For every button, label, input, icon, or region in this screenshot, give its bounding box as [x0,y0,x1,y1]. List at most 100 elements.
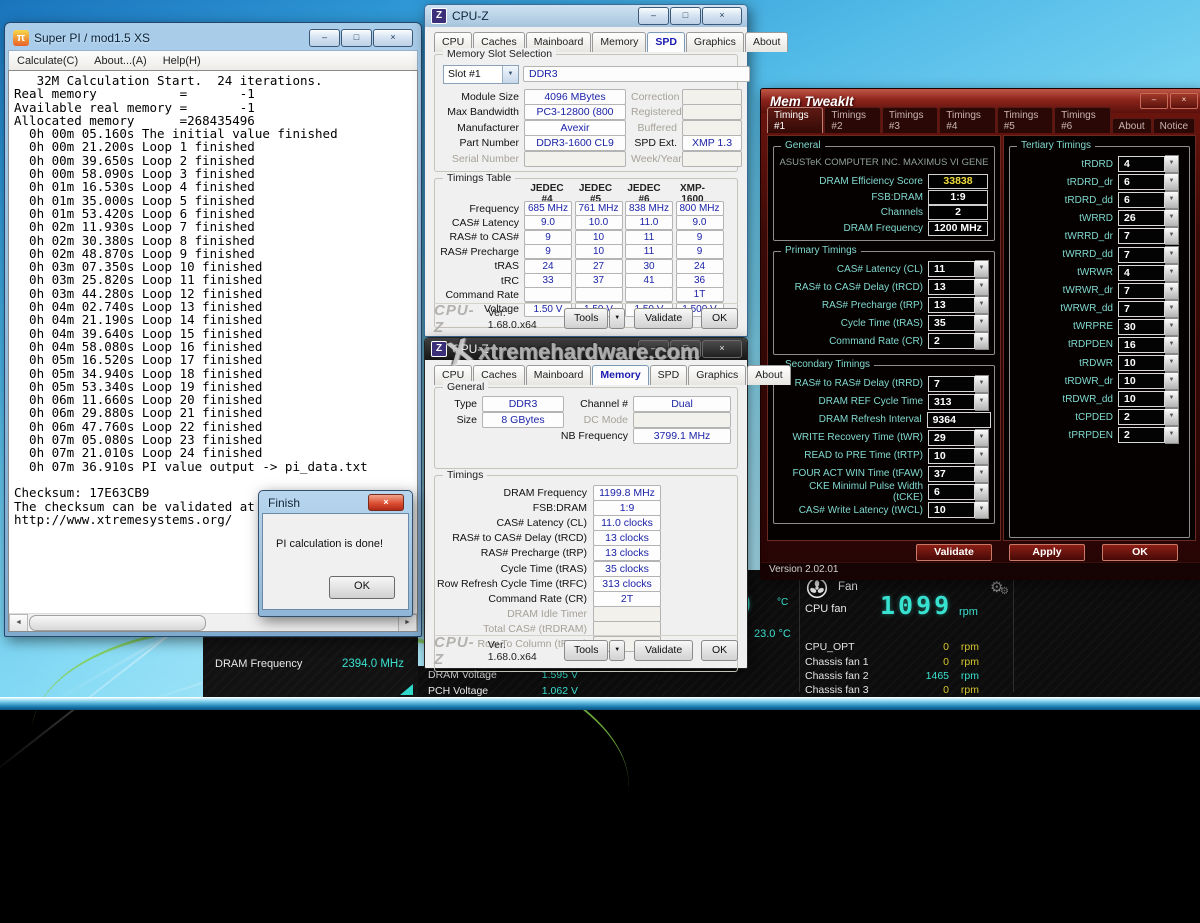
gear-icon[interactable]: ⚙⚙ [990,578,1003,596]
chevron-down-icon[interactable]: ▼ [975,501,989,519]
cell-value: 10 [575,244,623,259]
tab[interactable]: About [747,365,790,385]
chevron-down-icon[interactable]: ▼ [1165,173,1179,191]
close-button[interactable]: × [1170,93,1198,109]
superpi-titlebar[interactable]: π Super PI / mod1.5 XS – □ × [8,23,418,50]
ok-button[interactable]: OK [701,308,738,329]
chevron-down-icon[interactable]: ▼ [975,278,989,296]
cell-value: 24 [524,259,572,274]
chevron-down-icon[interactable]: ▼ [975,483,989,501]
chevron-down-icon[interactable]: ▼ [1165,264,1179,282]
minimize-button[interactable]: – [309,29,340,47]
taskbar[interactable] [0,697,1200,710]
chevron-down-icon[interactable]: ▼ [975,447,989,465]
chevron-down-icon[interactable]: ▼ [1165,282,1179,300]
voltage-row: PCH Voltage 1.062 V [418,682,658,698]
tools-dropdown-icon[interactable]: ▼ [609,640,625,661]
chevron-down-icon[interactable]: ▼ [1165,300,1179,318]
chevron-down-icon[interactable]: ▼ [975,429,989,447]
chevron-down-icon[interactable]: ▼ [1165,155,1179,173]
row-label: tRC [437,275,524,287]
tab[interactable]: Memory [592,365,648,385]
chevron-down-icon[interactable]: ▼ [1165,336,1179,354]
ok-button[interactable]: OK [1102,544,1178,561]
console-line: 0h 04m 58.080s Loop 16 finished [14,339,417,352]
validate-button[interactable]: Validate [634,308,693,329]
tools-dropdown-icon[interactable]: ▼ [609,308,625,329]
chevron-down-icon[interactable]: ▼ [1165,372,1179,390]
cell-value [625,287,673,302]
tab[interactable]: Timings #4 [939,107,995,133]
tab[interactable]: Timings #5 [997,107,1053,133]
chevron-down-icon[interactable]: ▼ [975,314,989,332]
tab[interactable]: Memory [592,32,646,52]
chevron-down-icon[interactable]: ▼ [502,66,518,83]
minimize-button[interactable]: – [638,7,669,25]
chevron-down-icon[interactable]: ▼ [975,260,989,278]
motherboard-name: ASUSTeK COMPUTER INC. MAXIMUS VI GENE [777,157,991,168]
validate-button[interactable]: Validate [634,640,693,661]
close-button[interactable]: × [368,494,404,511]
chevron-down-icon[interactable]: ▼ [1165,408,1179,426]
chevron-down-icon[interactable]: ▼ [1165,390,1179,408]
close-button[interactable]: × [702,340,742,358]
table-row: RAS# Precharge 9 10 11 9 [435,245,737,259]
cpuz-titlebar[interactable]: Z CPU-Z – □ × [425,5,747,27]
chevron-down-icon[interactable]: ▼ [1165,318,1179,336]
timing-value: 7 [1118,301,1165,317]
slot-selector[interactable]: Slot #1 ▼ [443,65,519,84]
scrollbar-thumb[interactable] [29,615,206,631]
chevron-down-icon[interactable]: ▼ [975,465,989,483]
minimize-button[interactable]: – [638,340,669,358]
minimize-button[interactable]: – [1140,93,1168,109]
menu-item[interactable]: Help(H) [155,55,209,67]
secondary-timings-group: Secondary Timings RAS# to RAS# Delay (tR… [773,365,995,524]
timing-row: RAS# to RAS# Delay (tRRD) 7 ▼ [777,374,991,392]
cpuz-titlebar[interactable]: Z CPU-Z – □ × [425,338,747,360]
menu-item[interactable]: Calculate(C) [9,55,86,67]
tab[interactable]: Timings #6 [1054,107,1110,133]
timing-row: tWRWR_dd 7 ▼ [1013,300,1186,318]
chevron-down-icon[interactable]: ▼ [975,296,989,314]
chevron-down-icon[interactable]: ▼ [1165,209,1179,227]
tab[interactable]: Timings #3 [882,107,938,133]
menu-item[interactable]: About...(A) [86,55,155,67]
tab[interactable]: SPD [650,365,688,385]
cell-value: 11.0 [625,215,673,230]
maximize-button[interactable]: □ [341,29,372,47]
validate-button[interactable]: Validate [916,544,992,561]
timing-row: tCPDED 2 ▼ [1013,408,1186,426]
ok-button[interactable]: OK [329,576,395,599]
chevron-down-icon[interactable]: ▼ [1165,191,1179,209]
tab[interactable]: SPD [647,32,685,52]
chevron-down-icon[interactable]: ▼ [1165,246,1179,264]
resize-triangle-icon[interactable] [400,684,413,695]
chevron-down-icon[interactable]: ▼ [975,332,989,350]
close-button[interactable]: × [373,29,413,47]
chevron-down-icon[interactable]: ▼ [1165,354,1179,372]
field-label: NB Frequency [561,430,633,442]
tools-button[interactable]: Tools [564,308,608,329]
tab[interactable]: Graphics [686,32,744,52]
tab[interactable]: Notice [1153,118,1195,133]
close-button[interactable]: × [702,7,742,25]
tab[interactable]: About [745,32,788,52]
secondary-rows: RAS# to RAS# Delay (tRRD) 7 ▼ DRAM REF C… [777,374,991,519]
chevron-down-icon[interactable]: ▼ [1165,227,1179,245]
finish-titlebar[interactable]: Finish × [262,491,409,513]
tab[interactable]: Graphics [688,365,746,385]
apply-button[interactable]: Apply [1009,544,1085,561]
tab[interactable]: Timings #2 [824,107,880,133]
chevron-down-icon[interactable]: ▼ [1165,426,1179,444]
tools-button[interactable]: Tools [564,640,608,661]
tab[interactable]: Mainboard [526,365,592,385]
tab[interactable]: Timings #1 [767,107,823,133]
chevron-down-icon[interactable]: ▼ [975,375,989,393]
maximize-button[interactable]: □ [670,7,701,25]
maximize-button[interactable]: □ [670,340,701,358]
chevron-down-icon[interactable]: ▼ [975,393,989,411]
cell-value: 685 MHz [524,201,572,216]
scroll-left-icon[interactable]: ◄ [9,614,28,632]
ok-button[interactable]: OK [701,640,738,661]
tab[interactable]: About [1112,118,1152,133]
